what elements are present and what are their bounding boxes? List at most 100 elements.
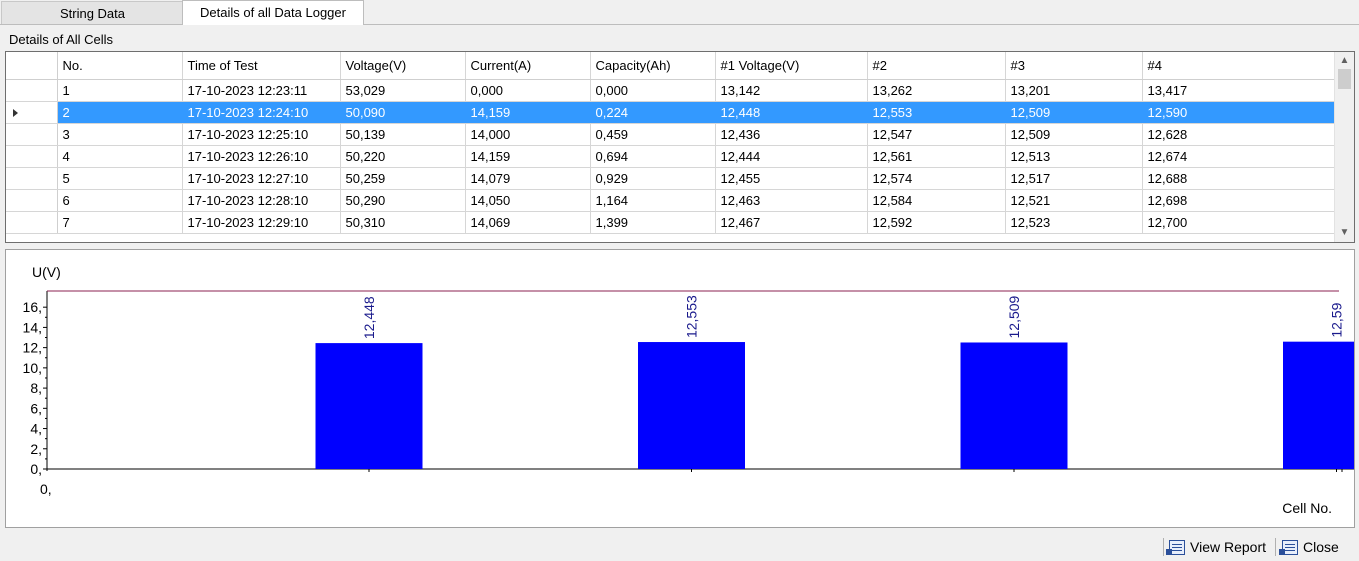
- row-header[interactable]: [6, 167, 58, 190]
- table-row[interactable]: 2 17-10-2023 12:24:10 50,090 14,159 0,224 12,…: [6, 101, 1335, 124]
- table-row[interactable]: 6 17-10-2023 12:28:10 50,290 14,050 1,164 12,…: [6, 189, 1335, 212]
- cell-current[interactable]: 14,050: [465, 189, 591, 212]
- column-header-cell3[interactable]: #3: [1005, 52, 1143, 80]
- cell-voltage[interactable]: 50,139: [340, 123, 466, 146]
- cell-no[interactable]: 3: [57, 123, 183, 146]
- cell-time[interactable]: 17-10-2023 12:25:10: [182, 123, 341, 146]
- cell-cell3[interactable]: 12,509: [1005, 101, 1143, 124]
- column-header-voltage[interactable]: Voltage(V): [340, 52, 466, 80]
- cell-cell1-voltage[interactable]: 12,444: [715, 145, 868, 168]
- column-header-no[interactable]: No.: [57, 52, 183, 80]
- y-axis-label: U(V): [32, 264, 61, 280]
- cell-time[interactable]: 17-10-2023 12:26:10: [182, 145, 341, 168]
- cell-cell2[interactable]: 12,547: [867, 123, 1006, 146]
- cell-no[interactable]: 7: [57, 211, 183, 234]
- table-row[interactable]: 5 17-10-2023 12:27:10 50,259 14,079 0,929 12,…: [6, 167, 1335, 190]
- cell-cell1-voltage[interactable]: 12,455: [715, 167, 868, 190]
- tab-details-data-logger[interactable]: Details of all Data Logger: [182, 0, 364, 25]
- cell-cell1-voltage[interactable]: 12,448: [715, 101, 868, 124]
- row-header[interactable]: [6, 123, 58, 146]
- cell-no[interactable]: 6: [57, 189, 183, 212]
- column-header-cell1-voltage[interactable]: #1 Voltage(V): [715, 52, 868, 80]
- cell-voltage[interactable]: 50,290: [340, 189, 466, 212]
- cell-cell3[interactable]: 12,521: [1005, 189, 1143, 212]
- column-header-capacity[interactable]: Capacity(Ah): [590, 52, 716, 80]
- column-header-current[interactable]: Current(A): [465, 52, 591, 80]
- cell-no[interactable]: 4: [57, 145, 183, 168]
- cells-data-grid[interactable]: No. Time of Test Voltage(V) Current(A) C…: [5, 51, 1355, 243]
- cell-voltage[interactable]: 50,259: [340, 167, 466, 190]
- cell-cell3[interactable]: 12,513: [1005, 145, 1143, 168]
- cell-voltage[interactable]: 50,310: [340, 211, 466, 234]
- cell-cell2[interactable]: 13,262: [867, 79, 1006, 102]
- cell-no[interactable]: 1: [57, 79, 183, 102]
- table-row[interactable]: 7 17-10-2023 12:29:10 50,310 14,069 1,399 12,…: [6, 211, 1335, 234]
- cell-no[interactable]: 5: [57, 167, 183, 190]
- row-header[interactable]: [6, 101, 58, 124]
- row-header[interactable]: [6, 145, 58, 168]
- cell-cell3[interactable]: 12,523: [1005, 211, 1143, 234]
- column-header-cell4[interactable]: #4: [1142, 52, 1335, 80]
- cell-time[interactable]: 17-10-2023 12:27:10: [182, 167, 341, 190]
- view-report-button[interactable]: View Report: [1166, 537, 1267, 557]
- cell-cell1-voltage[interactable]: 12,467: [715, 211, 868, 234]
- close-button[interactable]: Close: [1279, 537, 1339, 557]
- tab-string-data[interactable]: String Data: [1, 1, 184, 24]
- y-tick-label: 14,: [23, 319, 42, 335]
- cell-cell4[interactable]: 12,628: [1142, 123, 1335, 146]
- cell-capacity[interactable]: 0,694: [590, 145, 716, 168]
- cell-cell4[interactable]: 12,700: [1142, 211, 1335, 234]
- cell-cell4[interactable]: 12,674: [1142, 145, 1335, 168]
- cell-cell4[interactable]: 12,590: [1142, 101, 1335, 124]
- cell-voltage[interactable]: 50,090: [340, 101, 466, 124]
- report-icon: [1166, 539, 1185, 555]
- cell-cell2[interactable]: 12,584: [867, 189, 1006, 212]
- cell-capacity[interactable]: 1,164: [590, 189, 716, 212]
- cell-time[interactable]: 17-10-2023 12:24:10: [182, 101, 341, 124]
- cell-current[interactable]: 14,159: [465, 145, 591, 168]
- cell-time[interactable]: 17-10-2023 12:28:10: [182, 189, 341, 212]
- table-row[interactable]: 3 17-10-2023 12:25:10 50,139 14,000 0,459 12,…: [6, 123, 1335, 146]
- cell-voltage[interactable]: 50,220: [340, 145, 466, 168]
- row-header[interactable]: [6, 79, 58, 102]
- cell-current[interactable]: 14,069: [465, 211, 591, 234]
- x-axis-label: Cell No.: [1282, 500, 1332, 516]
- cell-capacity[interactable]: 0,929: [590, 167, 716, 190]
- cell-voltage[interactable]: 53,029: [340, 79, 466, 102]
- vertical-scrollbar[interactable]: ▲ ▼: [1334, 52, 1354, 242]
- cell-cell4[interactable]: 12,698: [1142, 189, 1335, 212]
- cell-capacity[interactable]: 0,459: [590, 123, 716, 146]
- cell-cell2[interactable]: 12,592: [867, 211, 1006, 234]
- table-row[interactable]: 4 17-10-2023 12:26:10 50,220 14,159 0,694 12,…: [6, 145, 1335, 168]
- cell-cell2[interactable]: 12,574: [867, 167, 1006, 190]
- chevron-up-icon[interactable]: ▲: [1335, 53, 1354, 69]
- cell-capacity[interactable]: 0,224: [590, 101, 716, 124]
- chevron-down-icon[interactable]: ▼: [1335, 225, 1354, 241]
- cell-cell2[interactable]: 12,553: [867, 101, 1006, 124]
- cell-cell3[interactable]: 12,517: [1005, 167, 1143, 190]
- cell-current[interactable]: 0,000: [465, 79, 591, 102]
- column-header-cell2[interactable]: #2: [867, 52, 1006, 80]
- cell-time[interactable]: 17-10-2023 12:23:11: [182, 79, 341, 102]
- column-header-time[interactable]: Time of Test: [182, 52, 341, 80]
- cell-capacity[interactable]: 1,399: [590, 211, 716, 234]
- cell-cell1-voltage[interactable]: 12,463: [715, 189, 868, 212]
- cell-current[interactable]: 14,000: [465, 123, 591, 146]
- cell-cell4[interactable]: 12,688: [1142, 167, 1335, 190]
- scrollbar-thumb[interactable]: [1338, 69, 1351, 89]
- cell-cell1-voltage[interactable]: 12,436: [715, 123, 868, 146]
- cell-current[interactable]: 14,079: [465, 167, 591, 190]
- row-header[interactable]: [6, 189, 58, 212]
- cell-capacity[interactable]: 0,000: [590, 79, 716, 102]
- cell-cell2[interactable]: 12,561: [867, 145, 1006, 168]
- row-header[interactable]: [6, 211, 58, 234]
- cell-current[interactable]: 14,159: [465, 101, 591, 124]
- cell-cell1-voltage[interactable]: 13,142: [715, 79, 868, 102]
- cell-no[interactable]: 2: [57, 101, 183, 124]
- view-report-label: View Report: [1190, 539, 1267, 555]
- cell-cell3[interactable]: 13,201: [1005, 79, 1143, 102]
- cell-time[interactable]: 17-10-2023 12:29:10: [182, 211, 341, 234]
- cell-cell4[interactable]: 13,417: [1142, 79, 1335, 102]
- cell-cell3[interactable]: 12,509: [1005, 123, 1143, 146]
- table-row[interactable]: 1 17-10-2023 12:23:11 53,029 0,000 0,000 13,1…: [6, 79, 1335, 102]
